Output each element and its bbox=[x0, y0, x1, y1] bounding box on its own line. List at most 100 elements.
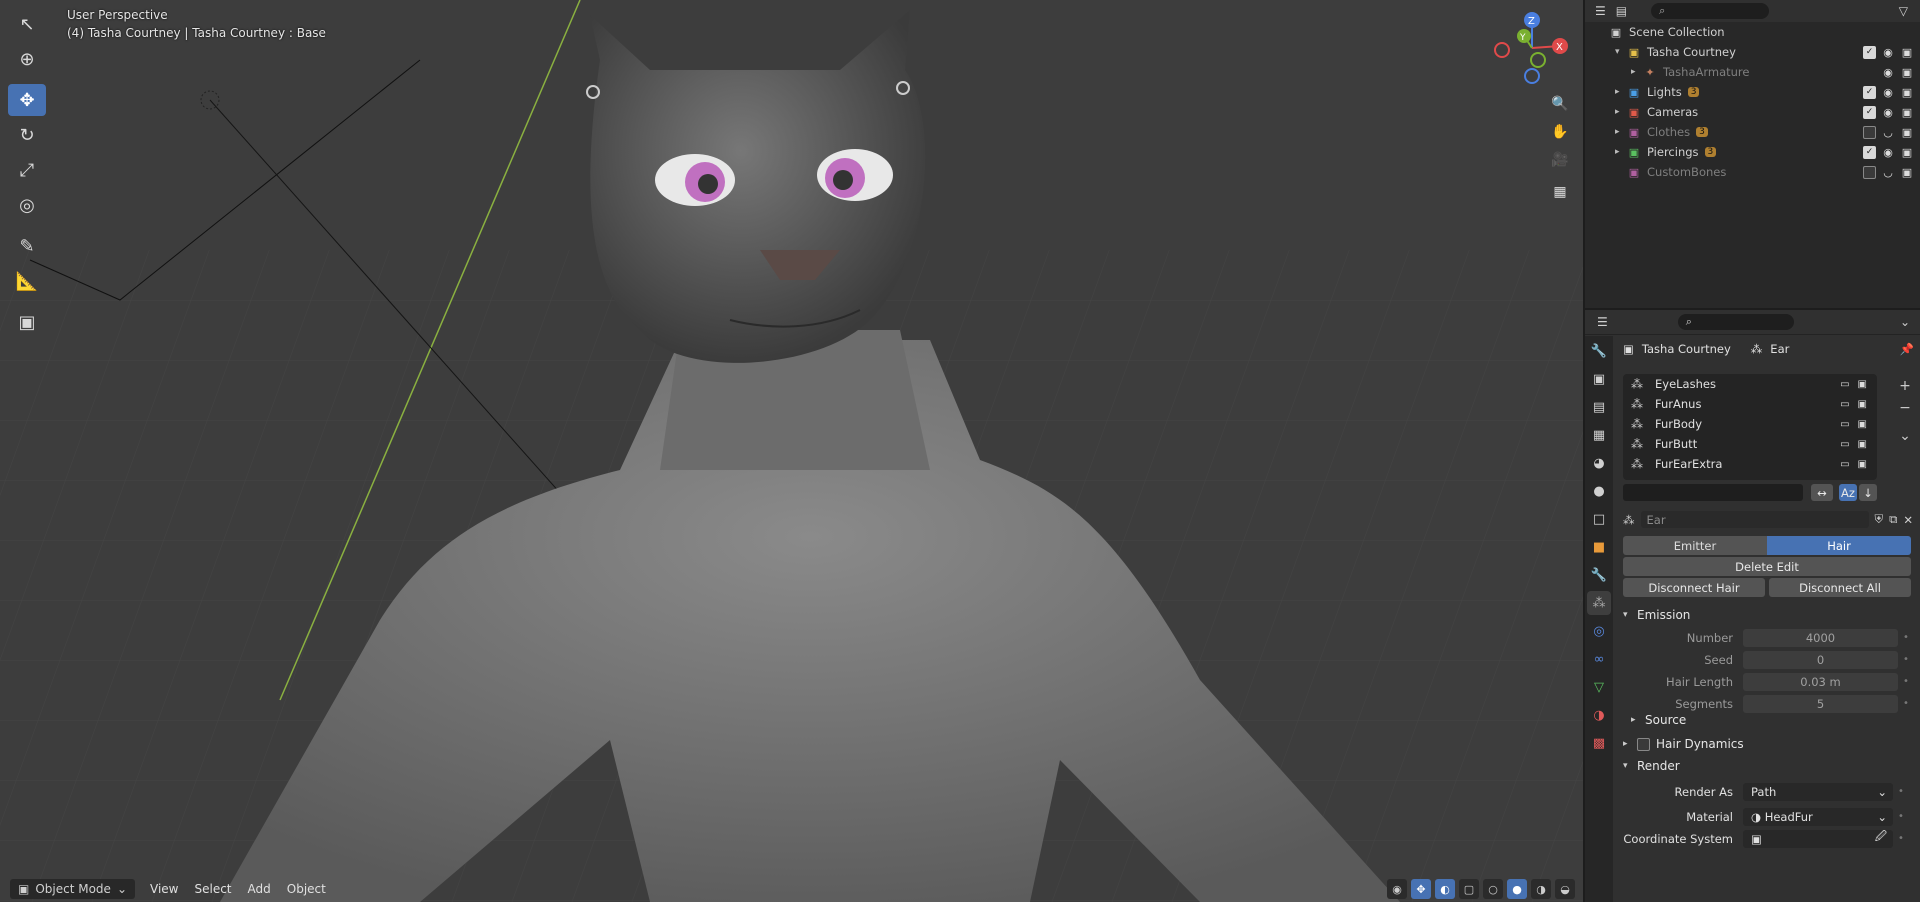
select-box-icon[interactable]: ↖ bbox=[8, 8, 46, 40]
keyframe-dot-icon[interactable]: • bbox=[1893, 833, 1909, 844]
rendered-shading-icon[interactable]: ◒ bbox=[1555, 879, 1575, 899]
keyframe-dot-icon[interactable]: • bbox=[1898, 632, 1914, 643]
outliner-row[interactable]: ▸ ▣ Clothes 3 ◡ ▣ bbox=[1585, 122, 1920, 142]
keyframe-dot-icon[interactable]: • bbox=[1898, 654, 1914, 665]
output-tab-icon[interactable]: ▤ bbox=[1587, 395, 1611, 419]
object-mode-dropdown[interactable]: ▣ Object Mode ⌄ bbox=[10, 879, 135, 899]
add-cube-icon[interactable]: ▣ bbox=[8, 306, 46, 338]
visibility-eye-icon[interactable]: ◉ bbox=[1881, 66, 1895, 79]
render-tab-icon[interactable]: ▣ bbox=[1587, 367, 1611, 391]
hair-option[interactable]: Hair bbox=[1767, 536, 1911, 555]
render-panel-header[interactable]: ▾ Render bbox=[1615, 755, 1920, 777]
exclude-checkbox[interactable] bbox=[1863, 165, 1876, 179]
viewport-display-icon[interactable]: ▭ bbox=[1840, 419, 1849, 430]
visibility-eye-icon[interactable]: ◉ bbox=[1881, 46, 1895, 59]
move-icon[interactable]: ✥ bbox=[8, 84, 46, 116]
collapsed-icon[interactable]: ▸ bbox=[1615, 107, 1627, 117]
editor-type-icon[interactable]: ☰ bbox=[1597, 315, 1608, 329]
navigation-gizmo[interactable]: Z X Y bbox=[1488, 8, 1574, 88]
disconnect-all-button[interactable]: Disconnect All bbox=[1769, 578, 1911, 597]
constraints-tab-icon[interactable]: ∞ bbox=[1587, 647, 1611, 671]
outliner-row[interactable]: ▸ ✦ TashaArmature ◉ ▣ bbox=[1585, 62, 1920, 82]
render-camera-icon[interactable]: ▣ bbox=[1900, 86, 1914, 99]
object-tab-icon[interactable]: ■ bbox=[1587, 535, 1611, 559]
keyframe-dot-icon[interactable]: • bbox=[1893, 786, 1909, 797]
exclude-checkbox[interactable]: ✓ bbox=[1863, 105, 1876, 119]
physics-tab-icon[interactable]: ◎ bbox=[1587, 619, 1611, 643]
keyframe-dot-icon[interactable]: • bbox=[1898, 676, 1914, 687]
properties-search-input[interactable]: ⌕ bbox=[1677, 314, 1794, 330]
cursor-icon[interactable]: ⊕ bbox=[8, 43, 46, 75]
render-camera-icon[interactable]: ▣ bbox=[1900, 126, 1914, 139]
emission-panel-header[interactable]: ▾ Emission bbox=[1615, 604, 1920, 626]
disconnect-hair-button[interactable]: Disconnect Hair bbox=[1623, 578, 1765, 597]
eyedropper-icon[interactable]: 🖉 bbox=[1875, 829, 1887, 848]
visibility-eye-icon[interactable]: ◡ bbox=[1881, 126, 1895, 139]
viewport-display-icon[interactable]: ▭ bbox=[1840, 459, 1849, 470]
scale-icon[interactable]: ⤢ bbox=[8, 154, 46, 186]
particle-system-list[interactable]: ⁂ EyeLashes ▭ ▣ ⁂ FurAnus ▭ ▣ ⁂ FurBody ▭ ▣ ⁂ FurButt… bbox=[1623, 374, 1877, 480]
camera-view-icon[interactable]: 🎥 bbox=[1548, 148, 1572, 172]
editor-type-icon[interactable]: ☰ bbox=[1595, 4, 1606, 18]
outliner-search-input[interactable]: ⌕ bbox=[1651, 3, 1770, 19]
hair-dynamics-checkbox[interactable] bbox=[1637, 737, 1650, 751]
visibility-eye-icon[interactable]: ◡ bbox=[1881, 166, 1895, 179]
collection-tab-icon[interactable]: □ bbox=[1587, 507, 1611, 531]
render-camera-icon[interactable]: ▣ bbox=[1858, 439, 1867, 450]
emitter-option[interactable]: Emitter bbox=[1623, 536, 1767, 555]
outliner-row[interactable]: ▸ ▣ Lights 3 ✓ ◉ ▣ bbox=[1585, 82, 1920, 102]
particles-tab-icon[interactable]: ⁂ bbox=[1587, 591, 1611, 615]
overlay-toggle-icon[interactable]: ◐ bbox=[1435, 879, 1455, 899]
zoom-icon[interactable]: 🔍 bbox=[1548, 92, 1572, 116]
scene-collection-row[interactable]: ▣ Scene Collection bbox=[1585, 22, 1920, 42]
rotate-icon[interactable]: ↻ bbox=[8, 119, 46, 151]
menu-select[interactable]: Select bbox=[187, 879, 238, 899]
unlink-icon[interactable]: ✕ bbox=[1903, 513, 1913, 527]
particle-system-item[interactable]: ⁂ FurAnus ▭ ▣ bbox=[1623, 394, 1877, 414]
render-camera-icon[interactable]: ▣ bbox=[1900, 106, 1914, 119]
gizmo-toggle-icon[interactable]: ✥ bbox=[1411, 879, 1431, 899]
list-filter-input[interactable] bbox=[1623, 484, 1803, 501]
exclude-checkbox[interactable]: ✓ bbox=[1863, 145, 1876, 159]
sort-reverse-icon[interactable]: ↓ bbox=[1859, 484, 1877, 501]
coordinate-system-field[interactable]: ▣ 🖉 bbox=[1743, 829, 1893, 848]
render-as-dropdown[interactable]: Path ⌄ bbox=[1743, 782, 1893, 801]
render-camera-icon[interactable]: ▣ bbox=[1900, 66, 1914, 79]
wireframe-shading-icon[interactable]: ○ bbox=[1483, 879, 1503, 899]
field-value[interactable]: 4000 bbox=[1743, 628, 1898, 647]
particle-system-item[interactable]: ⁂ FurBody ▭ ▣ bbox=[1623, 414, 1877, 434]
material-tab-icon[interactable]: ◑ bbox=[1587, 703, 1611, 727]
filter-invert-icon[interactable]: ↔ bbox=[1811, 484, 1833, 501]
collapsed-icon[interactable]: ▸ bbox=[1615, 87, 1627, 97]
measure-icon[interactable]: 📐 bbox=[8, 265, 46, 297]
source-panel-header[interactable]: ▸ Source bbox=[1615, 709, 1920, 731]
outliner-row[interactable]: ▾ ▣ Tasha Courtney ✓ ◉ ▣ bbox=[1585, 42, 1920, 62]
render-camera-icon[interactable]: ▣ bbox=[1900, 166, 1914, 179]
tool-tab-icon[interactable]: 🔧 bbox=[1587, 339, 1611, 363]
menu-view[interactable]: View bbox=[143, 879, 185, 899]
exclude-checkbox[interactable]: ✓ bbox=[1863, 45, 1876, 59]
exclude-checkbox[interactable] bbox=[1863, 125, 1876, 139]
particle-system-item[interactable]: ⁂ FurEarExtra ▭ ▣ bbox=[1623, 454, 1877, 474]
render-camera-icon[interactable]: ▣ bbox=[1858, 399, 1867, 410]
viewport-display-icon[interactable]: ▭ bbox=[1840, 379, 1849, 390]
exclude-checkbox[interactable]: ✓ bbox=[1863, 85, 1876, 99]
outliner-row[interactable]: ▸ ▣ Cameras ✓ ◉ ▣ bbox=[1585, 102, 1920, 122]
material-shading-icon[interactable]: ◑ bbox=[1531, 879, 1551, 899]
particle-system-item[interactable]: ⁂ FurButt ▭ ▣ bbox=[1623, 434, 1877, 454]
annotate-icon[interactable]: ✎ bbox=[8, 230, 46, 262]
hair-dynamics-panel-header[interactable]: ▸ Hair Dynamics bbox=[1615, 733, 1920, 755]
sort-alpha-icon[interactable]: Az bbox=[1839, 484, 1857, 501]
field-value[interactable]: 0 bbox=[1743, 650, 1898, 669]
add-particle-system-button[interactable]: + bbox=[1896, 378, 1914, 394]
visibility-eye-icon[interactable]: ◉ bbox=[1881, 146, 1895, 159]
chevron-down-icon[interactable]: ⌄ bbox=[1900, 315, 1910, 329]
keyframe-dot-icon[interactable]: • bbox=[1893, 811, 1909, 822]
scene-tab-icon[interactable]: ◕ bbox=[1587, 451, 1611, 475]
render-camera-icon[interactable]: ▣ bbox=[1900, 146, 1914, 159]
viewport-display-icon[interactable]: ▭ bbox=[1840, 439, 1849, 450]
outliner-row[interactable]: ▸ ▣ Piercings 3 ✓ ◉ ▣ bbox=[1585, 142, 1920, 162]
transform-icon[interactable]: ◎ bbox=[8, 189, 46, 221]
render-camera-icon[interactable]: ▣ bbox=[1858, 459, 1867, 470]
render-camera-icon[interactable]: ▣ bbox=[1900, 46, 1914, 59]
